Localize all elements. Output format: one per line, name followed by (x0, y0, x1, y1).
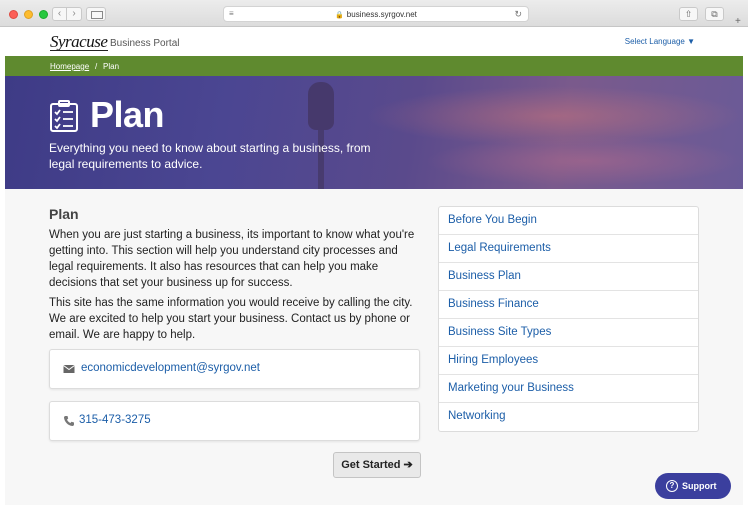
question-icon: ? (666, 480, 678, 492)
back-icon[interactable]: ‹ (52, 7, 67, 21)
new-tab-icon[interactable]: + (735, 16, 741, 27)
url-text: business.syrgov.net (346, 10, 417, 19)
support-button[interactable]: ? Support (655, 473, 731, 499)
phone-link[interactable]: 315-473-3275 (79, 414, 151, 426)
phone-card: 315-473-3275 (49, 401, 420, 441)
sidebar-icon[interactable] (86, 7, 106, 21)
email-link[interactable]: economicdevelopment@syrgov.net (81, 362, 260, 374)
breadcrumb: Homepage / Plan (5, 56, 743, 76)
breadcrumb-home-link[interactable]: Homepage (50, 62, 89, 71)
select-language-link[interactable]: Select Language ▼ (625, 37, 695, 46)
breadcrumb-current: Plan (103, 62, 120, 71)
nav-item-networking[interactable]: Networking (439, 403, 698, 431)
hero-cloud (425, 136, 743, 186)
support-label: Support (682, 481, 717, 491)
portal-label: Business Portal (110, 38, 180, 49)
reload-icon[interactable]: ↻ (514, 7, 522, 22)
section-heading: Plan (49, 206, 79, 222)
forward-icon[interactable]: › (67, 7, 82, 21)
site-header: Syracuse Business Portal Select Language… (5, 28, 743, 55)
get-started-button[interactable]: Get Started ➔ (333, 452, 421, 478)
browser-toolbar: ‹ › ≡ 🔒 business.syrgov.net ↻ ⇧ ⧉ + (0, 0, 748, 27)
nav-item-marketing[interactable]: Marketing your Business (439, 375, 698, 403)
nav-item-business-site-types[interactable]: Business Site Types (439, 319, 698, 347)
close-window-button[interactable] (9, 10, 18, 19)
intro-paragraph: When you are just starting a business, i… (49, 229, 415, 289)
hero-title: Plan (90, 94, 165, 135)
lock-icon: 🔒 (335, 12, 344, 19)
email-card: economicdevelopment@syrgov.net (49, 349, 420, 389)
main-content: Plan When you are just starting a busine… (5, 189, 743, 505)
nav-item-business-plan[interactable]: Business Plan (439, 263, 698, 291)
window-controls (9, 10, 48, 19)
nav-item-before-you-begin[interactable]: Before You Begin (439, 207, 698, 235)
minimize-window-button[interactable] (24, 10, 33, 19)
address-bar[interactable]: ≡ 🔒 business.syrgov.net ↻ (223, 6, 529, 22)
envelope-icon (63, 365, 75, 373)
history-buttons: ‹ › (52, 7, 82, 21)
nav-item-hiring-employees[interactable]: Hiring Employees (439, 347, 698, 375)
hero-lamp (308, 82, 334, 130)
nav-item-business-finance[interactable]: Business Finance (439, 291, 698, 319)
tabs-icon[interactable]: ⧉ (705, 7, 724, 21)
logo-underline (50, 50, 108, 51)
share-icon[interactable]: ⇧ (679, 7, 698, 21)
syracuse-logo[interactable]: Syracuse (50, 32, 108, 52)
nav-item-legal-requirements[interactable]: Legal Requirements (439, 235, 698, 263)
section-nav: Before You Begin Legal Requirements Busi… (438, 206, 699, 432)
breadcrumb-separator: / (95, 62, 98, 71)
phone-icon (64, 416, 74, 426)
checklist-icon (50, 100, 78, 132)
hero-banner: Plan Everything you need to know about s… (5, 76, 743, 189)
hero-subtitle: Everything you need to know about starti… (49, 141, 371, 171)
zoom-window-button[interactable] (39, 10, 48, 19)
contact-paragraph: This site has the same information you w… (49, 297, 413, 341)
reader-icon[interactable]: ≡ (229, 10, 234, 18)
